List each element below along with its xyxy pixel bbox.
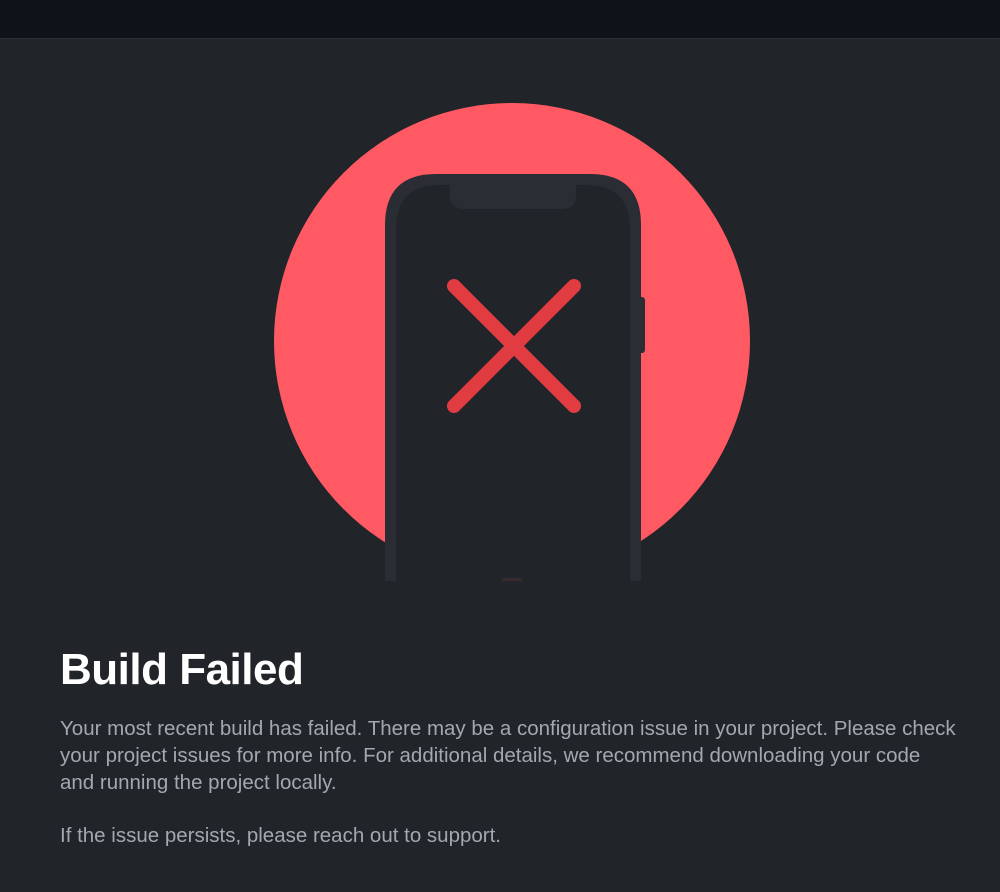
build-status-panel: Build Failed Your most recent build has … <box>0 39 1000 892</box>
page-title: Build Failed <box>60 645 304 694</box>
support-message: If the issue persists, please reach out … <box>60 824 501 847</box>
phone-error-icon <box>385 174 645 581</box>
top-bar <box>0 0 1000 39</box>
build-failed-illustration <box>274 103 750 581</box>
error-description: Your most recent build has failed. There… <box>60 717 956 794</box>
